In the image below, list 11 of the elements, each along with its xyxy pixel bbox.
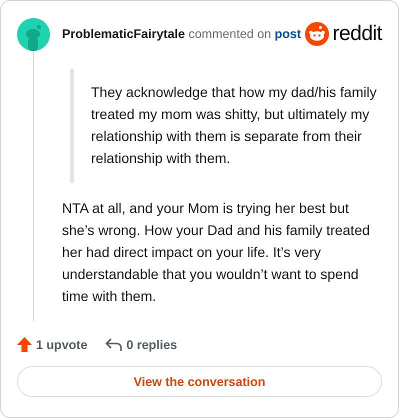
upvote-icon[interactable]	[17, 337, 32, 352]
reply-icon[interactable]	[105, 338, 122, 352]
reply-count: 0 replies	[126, 338, 178, 352]
view-conversation-button[interactable]: View the conversation	[17, 366, 382, 397]
upvote-count: 1 upvote	[36, 338, 88, 352]
comment-text: NTA at all, and your Mom is trying her best but she’s wrong. How your Dad and his family treated her had direct impact on your life. It’s very understandable that you wouldn’t want to spend time with them.	[62, 199, 371, 306]
brand-name: reddit	[332, 22, 382, 46]
reddit-logo-icon	[305, 22, 330, 46]
comment-header: ProblematicFairytale commented on post	[62, 27, 302, 41]
quoted-text: They acknowledge that how my dad/his family treated my mom was shitty, but ultimately my relationship with them is separate from their relationship with them.	[70, 69, 378, 183]
avatar-icon	[17, 18, 50, 50]
